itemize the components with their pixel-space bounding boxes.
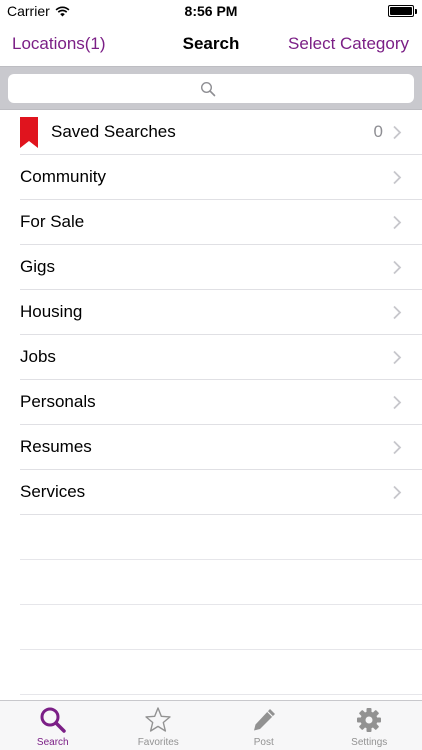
list-item-label: Personals	[20, 392, 96, 411]
bookmark-icon	[20, 117, 38, 148]
list-item-jobs[interactable]: Jobs	[0, 335, 422, 380]
search-icon	[40, 707, 66, 733]
page-title: Search	[182, 34, 240, 53]
tab-label: Post	[253, 737, 274, 748]
chevron-right-icon	[393, 170, 402, 185]
chevron-right-icon	[393, 260, 402, 275]
tab-label: Settings	[351, 737, 388, 748]
chevron-right-icon	[393, 305, 402, 320]
list-item-community[interactable]: Community	[0, 155, 422, 200]
tab-post[interactable]: Post	[211, 701, 317, 750]
navigation-bar: Locations(1) Search Select Category	[0, 22, 422, 66]
list-item-gigs[interactable]: Gigs	[0, 245, 422, 290]
pencil-icon	[253, 709, 275, 731]
empty-row	[0, 560, 422, 605]
gear-icon	[357, 708, 382, 732]
status-time: 8:56 PM	[184, 3, 238, 19]
chevron-right-icon	[393, 125, 402, 140]
select-category-button[interactable]: Select Category	[288, 34, 409, 54]
list-item-label: Gigs	[20, 257, 55, 276]
tab-bar: Search Favorites Post Settings	[0, 700, 422, 750]
status-bar: Carrier 8:56 PM	[0, 0, 422, 22]
chevron-right-icon	[393, 395, 402, 410]
list-item-personals[interactable]: Personals	[0, 380, 422, 425]
list-item-label: Jobs	[20, 347, 56, 366]
list-item-label: Services	[20, 482, 86, 501]
chevron-right-icon	[393, 440, 402, 455]
search-icon	[200, 81, 216, 97]
list-item-housing[interactable]: Housing	[0, 290, 422, 335]
saved-searches-row[interactable]: Saved Searches 0	[0, 110, 422, 155]
empty-row	[0, 515, 422, 560]
battery-icon	[388, 5, 417, 17]
list-item-for-sale[interactable]: For Sale	[0, 200, 422, 245]
tab-favorites[interactable]: Favorites	[106, 701, 212, 750]
list-item-label: For Sale	[20, 212, 85, 231]
list-item-services[interactable]: Services	[0, 470, 422, 515]
saved-searches-label: Saved Searches	[51, 122, 176, 141]
list-item-label: Community	[20, 167, 106, 186]
category-list: Saved Searches 0 Community For Sale Gigs…	[0, 110, 422, 695]
tab-label: Search	[36, 737, 69, 748]
locations-button[interactable]: Locations(1)	[12, 34, 106, 54]
saved-searches-count: 0	[373, 122, 383, 141]
tab-label: Favorites	[137, 737, 179, 748]
list-item-resumes[interactable]: Resumes	[0, 425, 422, 470]
chevron-right-icon	[393, 350, 402, 365]
empty-row	[0, 650, 422, 695]
chevron-right-icon	[393, 485, 402, 500]
star-icon	[145, 707, 171, 732]
tab-settings[interactable]: Settings	[317, 701, 422, 750]
empty-row	[0, 605, 422, 650]
tab-search[interactable]: Search	[0, 701, 106, 750]
list-item-label: Housing	[20, 302, 83, 321]
list-item-label: Resumes	[20, 437, 92, 456]
chevron-right-icon	[393, 215, 402, 230]
search-bar	[0, 66, 422, 110]
